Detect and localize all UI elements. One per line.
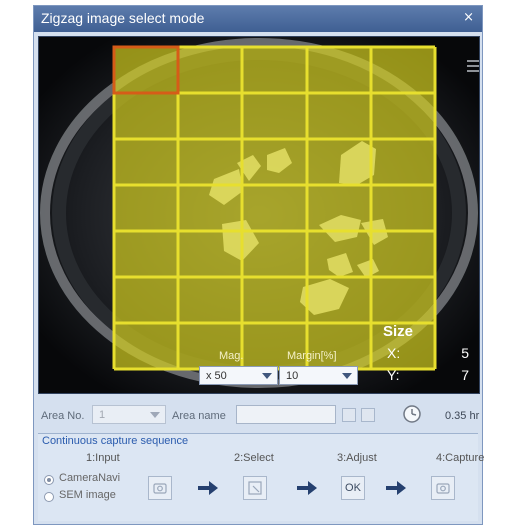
size-y-label: Y: (387, 367, 400, 383)
capture-sequence-panel: Continuous capture sequence 1:Input 2:Se… (38, 433, 484, 521)
size-title: Size (383, 323, 414, 340)
right-arrow-icon (386, 481, 406, 495)
dialog-title: Zigzag image select mode (41, 10, 205, 26)
margin-dropdown[interactable]: 10 (279, 366, 358, 385)
size-x-row: X: 5 (383, 345, 473, 365)
grid-overlay (114, 47, 435, 369)
adjust-ok-button[interactable]: OK (341, 476, 365, 500)
input-capture-button[interactable] (148, 476, 172, 500)
image-viewer[interactable]: Size X: 5 Y: 7 Mag. x 50 Margin[%] 10 (38, 36, 480, 394)
camera-navi-radio[interactable] (44, 475, 54, 485)
area-name-label: Area name (172, 410, 226, 422)
mag-label: Mag. (219, 350, 244, 362)
title-bar[interactable]: Zigzag image select mode × (34, 6, 482, 32)
camera-navi-label: CameraNavi (59, 472, 121, 484)
step-input-label: 1:Input (86, 452, 120, 464)
capture-button[interactable] (431, 476, 455, 500)
chevron-down-icon (342, 373, 352, 379)
right-arrow-icon (198, 481, 218, 495)
size-y-row: Y: 7 (383, 367, 473, 387)
size-x-value: 5 (461, 345, 469, 361)
area-name-input[interactable] (236, 405, 336, 424)
capture-sequence-title: Continuous capture sequence (42, 435, 189, 447)
select-button[interactable] (243, 476, 267, 500)
select-icon (248, 481, 262, 495)
area-no-dropdown[interactable]: 1 (92, 405, 166, 424)
step-select-label: 2:Select (234, 452, 274, 464)
margin-label: Margin[%] (287, 350, 337, 362)
size-x-label: X: (387, 345, 401, 361)
mag-value: x 50 (206, 370, 227, 382)
step-adjust-label: 3:Adjust (337, 452, 377, 464)
camera-icon (436, 483, 450, 494)
duration-value: 0.35 hr (445, 410, 480, 422)
chevron-down-icon (262, 373, 272, 379)
chevron-down-icon (150, 412, 160, 418)
clock-icon (403, 405, 421, 423)
size-y-value: 7 (461, 367, 469, 383)
area-no-label: Area No. (41, 410, 85, 422)
mag-dropdown[interactable]: x 50 (199, 366, 278, 385)
margin-value: 10 (286, 370, 299, 382)
close-icon[interactable]: × (463, 10, 474, 25)
step-capture-label: 4:Capture (436, 452, 485, 464)
zigzag-select-dialog: Zigzag image select mode × Size X: 5 Y: … (33, 5, 484, 525)
sem-image-radio[interactable] (44, 492, 54, 502)
area-no-value: 1 (99, 409, 106, 421)
sem-image-label: SEM image (59, 489, 116, 501)
right-arrow-icon (297, 481, 317, 495)
area-delete-button[interactable] (361, 408, 375, 422)
area-add-button[interactable] (342, 408, 356, 422)
camera-icon (153, 483, 167, 494)
